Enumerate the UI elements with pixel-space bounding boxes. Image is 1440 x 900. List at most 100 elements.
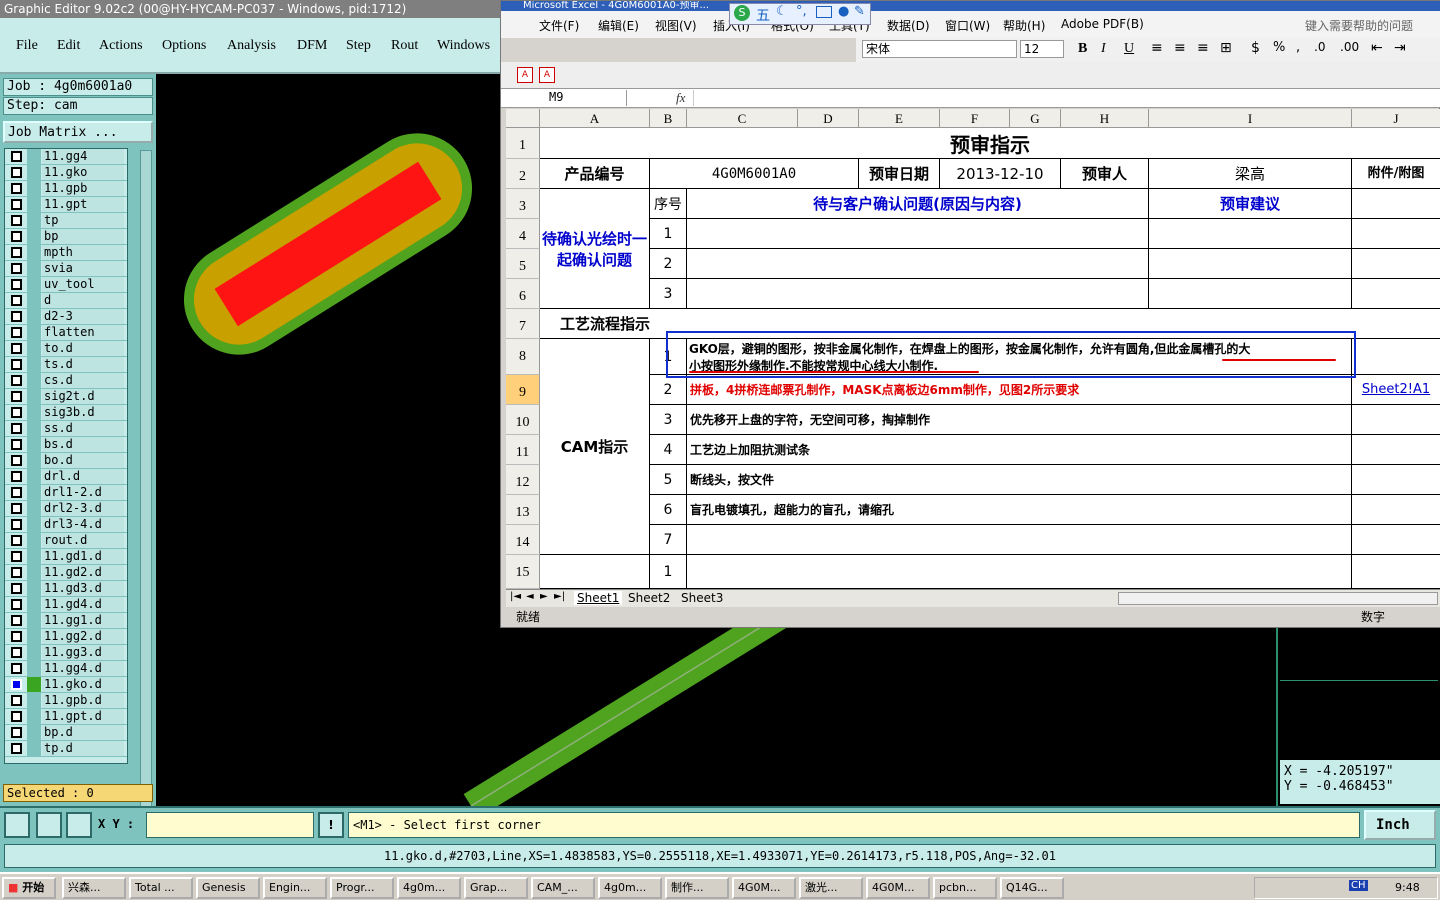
layer-checkbox[interactable] (11, 535, 22, 546)
layer-color-swatch[interactable] (27, 629, 41, 644)
sheet-title[interactable]: 预审指示 (540, 128, 1440, 159)
layer-name[interactable]: ss.d (42, 421, 124, 436)
xl-menu-adobe-pdf[interactable]: Adobe PDF(B) (1061, 17, 1144, 31)
taskbar-item[interactable]: 4g0m... (397, 877, 461, 899)
layer-row[interactable]: 11.gg2.d (5, 629, 127, 645)
layer-color-swatch[interactable] (27, 693, 41, 708)
row-header-6[interactable]: 6 (506, 279, 540, 309)
confirm-num-3[interactable]: 3 (650, 279, 687, 309)
layer-checkbox[interactable] (11, 375, 22, 386)
layer-row[interactable]: d2-3 (5, 309, 127, 325)
layer-checkbox[interactable] (11, 359, 22, 370)
confirm-question-1[interactable] (687, 219, 1149, 249)
confirm-num-2[interactable]: 2 (650, 249, 687, 279)
layer-name[interactable]: 11.gd1.d (42, 549, 124, 564)
layer-row[interactable]: flatten (5, 325, 127, 341)
layer-color-swatch[interactable] (27, 309, 41, 324)
layer-name[interactable]: 11.gg2.d (42, 629, 124, 644)
cam-instructions-label[interactable]: CAM指示 (540, 339, 650, 555)
taskbar-item[interactable]: Progr... (330, 877, 394, 899)
menu-rout[interactable]: Rout (391, 38, 418, 54)
row-header-15[interactable]: 15 (506, 555, 540, 589)
increase-decimal-icon[interactable]: .0 (1314, 40, 1325, 54)
attachment-cell-14[interactable] (1352, 525, 1440, 555)
measure-icon[interactable] (36, 812, 62, 838)
layer-name[interactable]: drl1-2.d (42, 485, 124, 500)
layer-color-swatch[interactable] (27, 325, 41, 340)
cam-text-5[interactable]: 断线头，按文件 (687, 465, 1352, 495)
layer-checkbox[interactable] (11, 519, 22, 530)
punctuation-icon[interactable]: °, (796, 4, 807, 19)
layer-color-swatch[interactable] (27, 725, 41, 740)
layer-checkbox[interactable] (11, 215, 22, 226)
layer-name[interactable]: 11.gpb (42, 181, 124, 196)
comma-icon[interactable]: , (1296, 40, 1300, 55)
start-button[interactable]: ■ 开始 (2, 877, 56, 899)
layer-checkbox[interactable] (11, 551, 22, 562)
decrease-decimal-icon[interactable]: .00 (1340, 40, 1359, 54)
layer-name[interactable]: 11.gpt.d (42, 709, 124, 724)
layer-row[interactable]: bp (5, 229, 127, 245)
col-header-i[interactable]: I (1149, 109, 1352, 128)
xy-input[interactable] (146, 812, 314, 838)
row-header-9[interactable]: 9 (506, 375, 540, 405)
layer-color-swatch[interactable] (27, 661, 41, 676)
layer-color-swatch[interactable] (27, 277, 41, 292)
layer-row[interactable]: 11.gko (5, 165, 127, 181)
layer-list[interactable]: 11.gg4 11.gko 11.gpb 11.gpt tp bp mpth svia uv_t… (4, 148, 128, 764)
layer-color-swatch[interactable] (27, 581, 41, 596)
formula-input[interactable] (693, 90, 1438, 106)
confirm-suggestion-3[interactable] (1149, 279, 1352, 309)
layer-name[interactable]: bp.d (42, 725, 124, 740)
layer-color-swatch[interactable] (27, 677, 41, 692)
layer-color-swatch[interactable] (27, 549, 41, 564)
pdf-icon[interactable]: A (517, 67, 533, 83)
layer-name[interactable]: flatten (42, 325, 124, 340)
layer-row[interactable]: mpth (5, 245, 127, 261)
layer-name[interactable]: to.d (42, 341, 124, 356)
menu-actions[interactable]: Actions (99, 38, 143, 54)
question-label[interactable]: 待与客户确认问题(原因与内容) (687, 189, 1149, 219)
font-name-select[interactable]: 宋体 (862, 40, 1017, 58)
ime-s-icon[interactable]: S (734, 5, 750, 21)
layer-name[interactable]: 11.gg4.d (42, 661, 124, 676)
layer-color-swatch[interactable] (27, 213, 41, 228)
name-box[interactable]: M9 (507, 90, 627, 106)
layer-row[interactable]: ts.d (5, 357, 127, 373)
layer-name[interactable]: svia (42, 261, 124, 276)
layer-row[interactable]: 11.gg1.d (5, 613, 127, 629)
tab-sheet3[interactable]: Sheet3 (681, 591, 723, 605)
percent-icon[interactable]: % (1273, 40, 1285, 55)
layer-row[interactable]: uv_tool (5, 277, 127, 293)
layer-checkbox[interactable] (11, 407, 22, 418)
row-header-5[interactable]: 5 (506, 249, 540, 279)
layer-name[interactable]: bs.d (42, 437, 124, 452)
bold-icon[interactable]: B (1078, 41, 1087, 57)
layer-name[interactable]: 11.gpt (42, 197, 124, 212)
layer-row[interactable]: sig2t.d (5, 389, 127, 405)
xl-menu-edit[interactable]: 编辑(E) (598, 17, 639, 34)
horizontal-scrollbar[interactable] (1118, 592, 1438, 605)
layer-color-swatch[interactable] (27, 741, 41, 756)
row-header-10[interactable]: 10 (506, 405, 540, 435)
row-header-3[interactable]: 3 (506, 189, 540, 219)
layer-name[interactable]: d (42, 293, 124, 308)
attachment-cell-5[interactable] (1352, 249, 1440, 279)
decrease-indent-icon[interactable]: ⇤ (1371, 40, 1383, 56)
language-indicator[interactable]: CH (1349, 880, 1368, 891)
layer-row[interactable]: 11.gd3.d (5, 581, 127, 597)
taskbar-item[interactable]: 激光... (799, 877, 863, 899)
layer-checkbox[interactable] (11, 327, 22, 338)
layer-name[interactable]: tp.d (42, 741, 124, 756)
select-all-corner[interactable] (506, 109, 540, 128)
taskbar-item[interactable]: Q14G... (1000, 877, 1064, 899)
attachment-cell-10[interactable] (1352, 405, 1440, 435)
row-header-14[interactable]: 14 (506, 525, 540, 555)
layer-checkbox[interactable] (11, 295, 22, 306)
suggestion-label[interactable]: 预审建议 (1149, 189, 1352, 219)
layer-color-swatch[interactable] (27, 389, 41, 404)
layer-name[interactable]: 11.gd2.d (42, 565, 124, 580)
layer-checkbox[interactable] (11, 487, 22, 498)
layer-checkbox[interactable] (11, 567, 22, 578)
cam-text-2[interactable]: 拼板，4拼桥连邮票孔制作，MASK点离板边6mm制作，见图2所示要求 (687, 375, 1352, 405)
